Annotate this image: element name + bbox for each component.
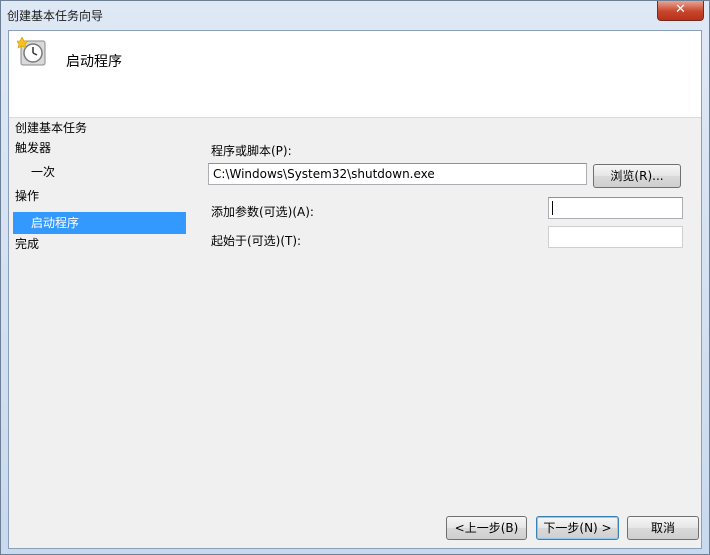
page-title: 启动程序 (66, 54, 122, 70)
args-input[interactable] (548, 197, 683, 219)
nav-item-finish[interactable]: 完成 (15, 233, 185, 255)
nav-title: 创建基本任务 (15, 121, 88, 135)
nav-item-trigger[interactable]: 触发器 (15, 137, 185, 159)
program-input[interactable]: C:\Windows\System32\shutdown.exe (208, 163, 587, 185)
cancel-button[interactable]: 取消 (627, 516, 699, 540)
nav-item-once[interactable]: 一次 (31, 161, 185, 183)
back-button[interactable]: <上一步(B) (446, 516, 527, 540)
wizard-window: 创建基本任务向导 ✕ 启动程序 创建基本任务 触发器 一次 操作 启动程序 完成… (0, 0, 710, 555)
wizard-header: 启动程序 (9, 31, 701, 118)
args-label: 添加参数(可选)(A): (211, 205, 314, 219)
close-icon: ✕ (675, 2, 686, 17)
nav-item-start-program[interactable]: 启动程序 (13, 212, 186, 234)
window-title: 创建基本任务向导 (7, 9, 104, 23)
browse-button[interactable]: 浏览(R)... (593, 164, 681, 188)
close-button[interactable]: ✕ (657, 1, 704, 21)
clock-star-icon (17, 37, 46, 66)
start-in-label: 起始于(可选)(T): (211, 234, 302, 248)
next-button[interactable]: 下一步(N) > (536, 516, 619, 540)
title-bar[interactable]: 创建基本任务向导 ✕ (1, 1, 709, 30)
nav-item-action[interactable]: 操作 (15, 185, 185, 207)
start-in-input[interactable] (548, 226, 683, 248)
program-label: 程序或脚本(P): (211, 144, 292, 158)
wizard-client-area: 启动程序 创建基本任务 触发器 一次 操作 启动程序 完成 程序或脚本(P): … (8, 30, 702, 549)
